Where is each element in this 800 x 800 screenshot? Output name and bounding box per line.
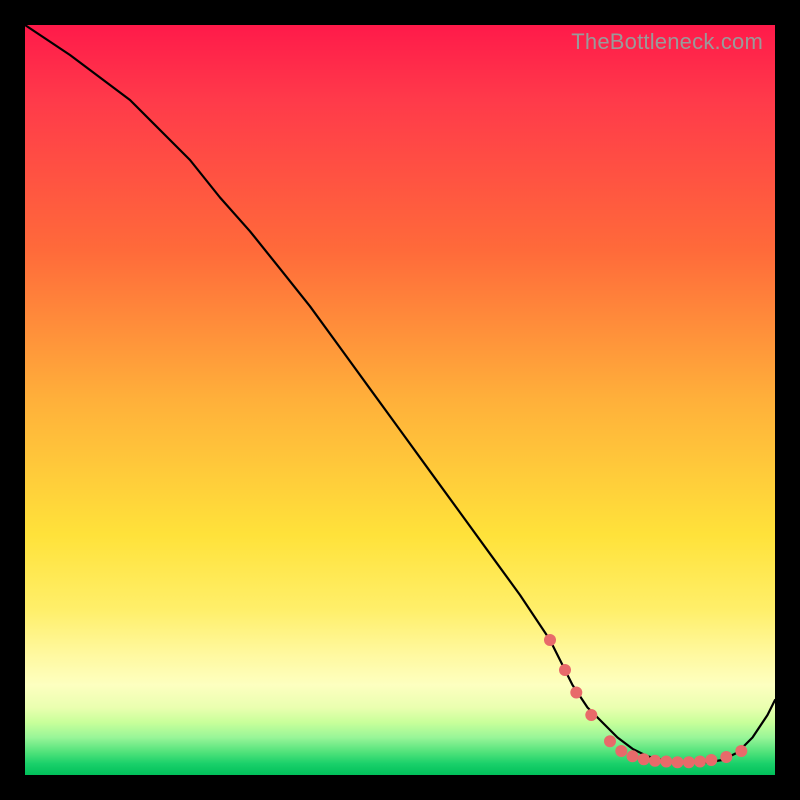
data-point — [720, 751, 732, 763]
chart-plot-area: TheBottleneck.com — [25, 25, 775, 775]
data-point — [627, 750, 639, 762]
data-point — [544, 634, 556, 646]
data-point — [649, 755, 661, 767]
data-point — [694, 756, 706, 768]
data-point — [683, 756, 695, 768]
data-point — [570, 687, 582, 699]
data-point — [585, 709, 597, 721]
data-point — [638, 753, 650, 765]
data-point — [615, 745, 627, 757]
chart-frame: TheBottleneck.com — [0, 0, 800, 800]
data-points-group — [544, 634, 747, 768]
data-point — [705, 754, 717, 766]
data-point — [735, 745, 747, 757]
data-point — [559, 664, 571, 676]
data-point — [604, 735, 616, 747]
chart-svg — [25, 25, 775, 775]
data-point — [672, 756, 684, 768]
bottleneck-curve — [25, 25, 775, 762]
data-point — [660, 756, 672, 768]
